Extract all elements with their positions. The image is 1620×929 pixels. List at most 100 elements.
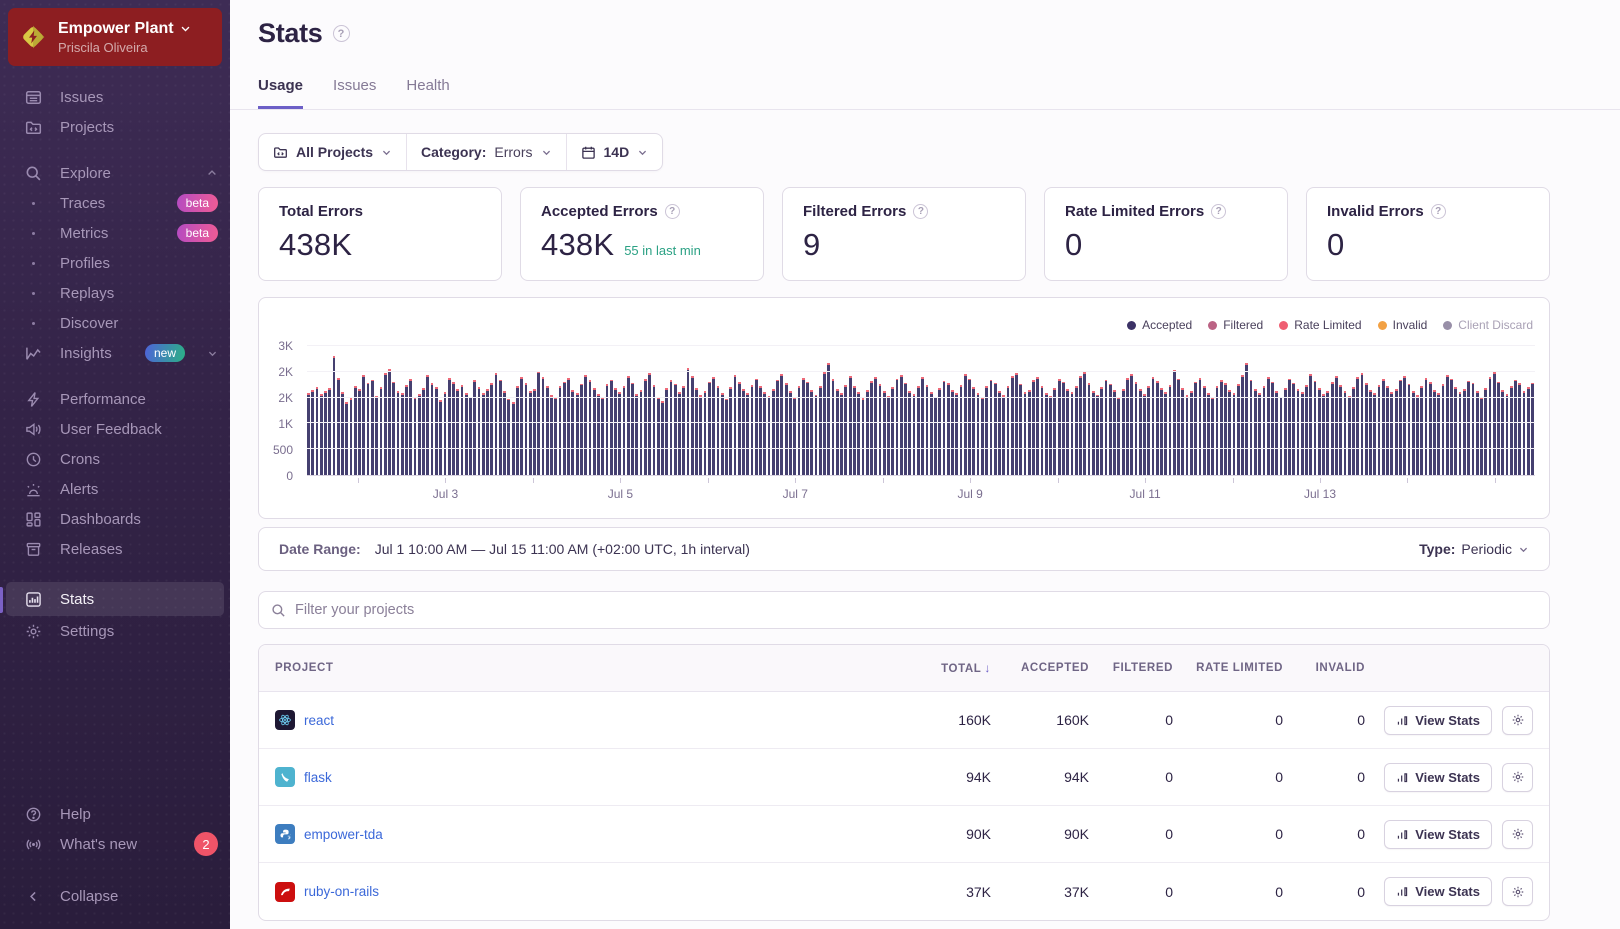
project-filter-value: All Projects (296, 144, 373, 160)
cell-accepted: 160K (991, 712, 1089, 728)
sidebar-item-releases[interactable]: Releases (0, 534, 230, 564)
table-header: PROJECT TOTAL↓ ACCEPTED FILTERED RATE LI… (259, 645, 1549, 692)
chevron-left-icon (24, 887, 42, 905)
cell-filtered: 0 (1089, 884, 1173, 900)
sidebar-explore-section: Explore Traces beta Metrics beta Profile… (0, 158, 230, 368)
siren-icon (24, 480, 42, 498)
sidebar-item-user-feedback[interactable]: User Feedback (0, 414, 230, 444)
project-settings-button[interactable] (1502, 820, 1533, 849)
megaphone-icon (24, 420, 42, 438)
legend-invalid[interactable]: Invalid (1378, 318, 1428, 332)
project-settings-button[interactable] (1502, 706, 1533, 735)
date-range-dropdown[interactable]: 14D (566, 134, 663, 170)
cell-invalid: 0 (1283, 884, 1365, 900)
card-label: Filtered Errors (803, 203, 906, 220)
project-settings-button[interactable] (1502, 763, 1533, 792)
col-rate-limited[interactable]: RATE LIMITED (1173, 662, 1283, 674)
col-total[interactable]: TOTAL↓ (903, 661, 991, 675)
bullet-icon (24, 232, 42, 235)
usage-chart: Accepted Filtered Rate Limited Invalid C… (258, 297, 1550, 519)
project-link[interactable]: ruby-on-rails (304, 884, 379, 899)
col-accepted[interactable]: ACCEPTED (991, 662, 1089, 674)
category-dropdown[interactable]: Category: Errors (406, 134, 565, 170)
col-project[interactable]: PROJECT (275, 662, 903, 674)
sidebar-item-label: Crons (60, 451, 218, 468)
sidebar-item-crons[interactable]: Crons (0, 444, 230, 474)
sidebar-item-profiles[interactable]: Profiles (0, 248, 230, 278)
app-window: Empower Plant Priscila Oliveira Issues P… (0, 0, 1620, 929)
new-badge: new (145, 344, 185, 362)
cell-rate-limited: 0 (1173, 712, 1283, 728)
view-stats-button[interactable]: View Stats (1384, 820, 1492, 849)
tab-health[interactable]: Health (406, 77, 449, 109)
sidebar-item-metrics[interactable]: Metrics beta (0, 218, 230, 248)
help-icon[interactable]: ? (1431, 204, 1446, 219)
tab-issues[interactable]: Issues (333, 77, 376, 109)
sidebar-item-help[interactable]: Help (0, 799, 230, 829)
project-search-input[interactable] (295, 602, 1537, 618)
project-link[interactable]: empower-tda (304, 827, 383, 842)
org-user: Priscila Oliveira (58, 40, 191, 55)
sidebar-item-explore[interactable]: Explore (0, 158, 230, 188)
help-icon[interactable]: ? (1211, 204, 1226, 219)
sort-desc-icon: ↓ (984, 661, 991, 675)
sidebar-item-stats[interactable]: Stats (6, 582, 224, 616)
sidebar-item-alerts[interactable]: Alerts (0, 474, 230, 504)
legend-client-discard[interactable]: Client Discard (1443, 318, 1533, 332)
view-stats-button[interactable]: View Stats (1384, 877, 1492, 906)
mini-bar-chart-icon (1396, 771, 1409, 784)
legend-filtered[interactable]: Filtered (1208, 318, 1263, 332)
sidebar-item-dashboards[interactable]: Dashboards (0, 504, 230, 534)
cell-accepted: 37K (991, 884, 1089, 900)
calendar-icon (581, 145, 596, 160)
legend-rate-limited[interactable]: Rate Limited (1279, 318, 1361, 332)
project-search (258, 591, 1550, 629)
sidebar-item-replays[interactable]: Replays (0, 278, 230, 308)
active-nav-edge-indicator (0, 587, 3, 613)
sidebar-item-issues[interactable]: Issues (0, 82, 230, 112)
sidebar-tertiary-nav: Stats Settings (0, 582, 230, 646)
chevron-up-icon[interactable] (206, 167, 218, 179)
page-help-icon[interactable]: ? (333, 25, 350, 42)
sidebar-item-label: Stats (60, 591, 218, 608)
sidebar-item-settings[interactable]: Settings (0, 616, 230, 646)
sidebar-item-label: Help (60, 806, 218, 823)
chart-legend: Accepted Filtered Rate Limited Invalid C… (1127, 318, 1533, 332)
tab-usage[interactable]: Usage (258, 77, 303, 109)
project-link[interactable]: flask (304, 770, 332, 785)
col-filtered[interactable]: FILTERED (1089, 662, 1173, 674)
sidebar-item-traces[interactable]: Traces beta (0, 188, 230, 218)
org-name: Empower Plant (58, 20, 174, 38)
chevron-down-icon (1518, 544, 1529, 555)
type-value: Periodic (1461, 541, 1512, 557)
view-stats-button[interactable]: View Stats (1384, 706, 1492, 735)
filter-bar: All Projects Category: Errors 14D (258, 133, 663, 171)
org-switcher[interactable]: Empower Plant Priscila Oliveira (8, 8, 222, 66)
legend-accepted[interactable]: Accepted (1127, 318, 1192, 332)
table-row: ruby-on-rails 37K 37K 0 0 0 View Stats (259, 863, 1549, 920)
chart-type-dropdown[interactable]: Type: Periodic (1419, 541, 1529, 557)
sidebar-item-whats-new[interactable]: What's new 2 (0, 829, 230, 859)
sidebar-item-discover[interactable]: Discover (0, 308, 230, 338)
beta-badge: beta (177, 224, 218, 242)
project-settings-button[interactable] (1502, 877, 1533, 906)
gear-icon (1511, 713, 1525, 727)
help-icon[interactable]: ? (665, 204, 680, 219)
date-range-strip: Date Range: Jul 1 10:00 AM — Jul 15 11:0… (258, 527, 1550, 571)
sidebar-item-insights[interactable]: Insights new (0, 338, 230, 368)
sidebar-item-projects[interactable]: Projects (0, 112, 230, 142)
help-icon[interactable]: ? (913, 204, 928, 219)
main-content: Stats ? Usage Issues Health All Projects… (230, 0, 1620, 929)
view-stats-button[interactable]: View Stats (1384, 763, 1492, 792)
dashboards-icon (24, 510, 42, 528)
sidebar-collapse-button[interactable]: Collapse (0, 881, 230, 911)
rails-platform-icon (275, 882, 295, 902)
project-filter-dropdown[interactable]: All Projects (259, 134, 406, 170)
sidebar-item-label: Replays (60, 285, 218, 302)
sidebar-item-performance[interactable]: Performance (0, 384, 230, 414)
tab-bar: Usage Issues Health (258, 77, 1550, 109)
chart-bars[interactable] (307, 346, 1535, 475)
beta-badge: beta (177, 194, 218, 212)
col-invalid[interactable]: INVALID (1283, 662, 1365, 674)
project-link[interactable]: react (304, 713, 334, 728)
